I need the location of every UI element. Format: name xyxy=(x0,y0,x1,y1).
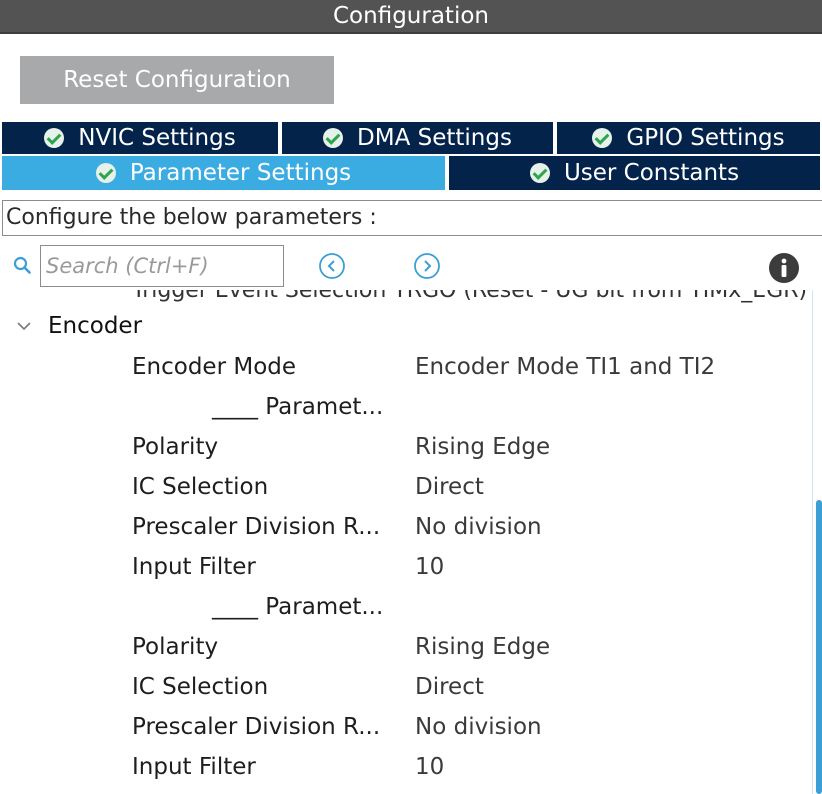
previous-match-icon[interactable] xyxy=(318,252,346,280)
param-value[interactable]: No division xyxy=(415,714,542,740)
param-value[interactable]: 10 xyxy=(415,754,444,780)
tab-label: Parameter Settings xyxy=(129,160,352,186)
tab-label: NVIC Settings xyxy=(78,125,236,151)
param-name: Polarity xyxy=(132,634,219,660)
param-row-polarity[interactable]: Polarity Rising Edge xyxy=(0,628,810,668)
tab-label: GPIO Settings xyxy=(626,125,785,151)
info-icon[interactable] xyxy=(768,252,800,284)
tree-group-encoder[interactable]: Encoder xyxy=(0,308,800,348)
param-row-prescaler[interactable]: Prescaler Division R... No division xyxy=(0,508,810,548)
tab-dma-settings[interactable]: DMA Settings xyxy=(282,122,553,154)
title-bar: Configuration xyxy=(0,0,822,34)
search-toolbar xyxy=(0,244,822,288)
param-row-encoder-mode[interactable]: Encoder Mode Encoder Mode TI1 and TI2 xyxy=(0,348,810,388)
param-name: Polarity xyxy=(132,434,219,460)
param-value[interactable]: Direct xyxy=(415,474,484,500)
settings-tabs: NVIC Settings DMA Settings GPIO Settings… xyxy=(0,120,822,192)
chevron-down-icon[interactable] xyxy=(17,321,31,331)
param-row-ic-selection[interactable]: IC Selection Direct xyxy=(0,468,810,508)
parameters-description: Configure the below parameters : xyxy=(2,200,822,236)
param-value[interactable]: Rising Edge xyxy=(415,434,550,460)
check-icon xyxy=(592,128,613,148)
check-icon xyxy=(529,163,550,183)
param-value[interactable]: 10 xyxy=(415,554,444,580)
search-icon xyxy=(13,256,31,274)
reset-configuration-button[interactable]: Reset Configuration xyxy=(20,56,334,104)
check-icon xyxy=(95,163,116,183)
tab-gpio-settings[interactable]: GPIO Settings xyxy=(557,122,820,154)
tab-label: DMA Settings xyxy=(357,125,512,151)
param-value[interactable]: No division xyxy=(415,514,542,540)
next-match-icon[interactable] xyxy=(413,252,441,280)
param-name: Input Filter xyxy=(132,554,256,580)
tab-nvic-settings[interactable]: NVIC Settings xyxy=(2,122,278,154)
check-icon xyxy=(44,128,65,148)
param-name: Encoder Mode xyxy=(132,354,297,380)
tab-parameter-settings[interactable]: Parameter Settings xyxy=(2,156,445,190)
section-header-channel1: ____ Paramet... xyxy=(0,388,810,428)
param-name: Input Filter xyxy=(132,754,256,780)
clipped-parameter-row: Trigger Event Selection TRGO (Reset - UG… xyxy=(132,290,808,303)
param-row-polarity[interactable]: Polarity Rising Edge xyxy=(0,428,810,468)
check-icon xyxy=(323,128,344,148)
search-input[interactable] xyxy=(40,245,284,287)
section-label: ____ Paramet... xyxy=(212,394,384,420)
param-name: Prescaler Division R... xyxy=(132,714,381,740)
param-row-prescaler[interactable]: Prescaler Division R... No division xyxy=(0,708,810,748)
window-title: Configuration xyxy=(333,3,489,29)
param-row-input-filter[interactable]: Input Filter 10 xyxy=(0,748,810,788)
param-name: IC Selection xyxy=(132,474,269,500)
vertical-scrollbar-thumb[interactable] xyxy=(816,500,822,794)
group-label: Encoder xyxy=(48,313,143,339)
param-value[interactable]: Encoder Mode TI1 and TI2 xyxy=(415,354,715,380)
param-value[interactable]: Direct xyxy=(415,674,484,700)
tab-user-constants[interactable]: User Constants xyxy=(449,156,820,190)
section-header-channel2: ____ Paramet... xyxy=(0,588,810,628)
parameter-tree: Trigger Event Selection TRGO (Reset - UG… xyxy=(0,290,822,794)
param-value[interactable]: Rising Edge xyxy=(415,634,550,660)
section-label: ____ Paramet... xyxy=(212,594,384,620)
param-row-ic-selection[interactable]: IC Selection Direct xyxy=(0,668,810,708)
tab-label: User Constants xyxy=(563,160,740,186)
param-row-input-filter[interactable]: Input Filter 10 xyxy=(0,548,810,588)
param-name: Prescaler Division R... xyxy=(132,514,381,540)
param-name: IC Selection xyxy=(132,674,269,700)
